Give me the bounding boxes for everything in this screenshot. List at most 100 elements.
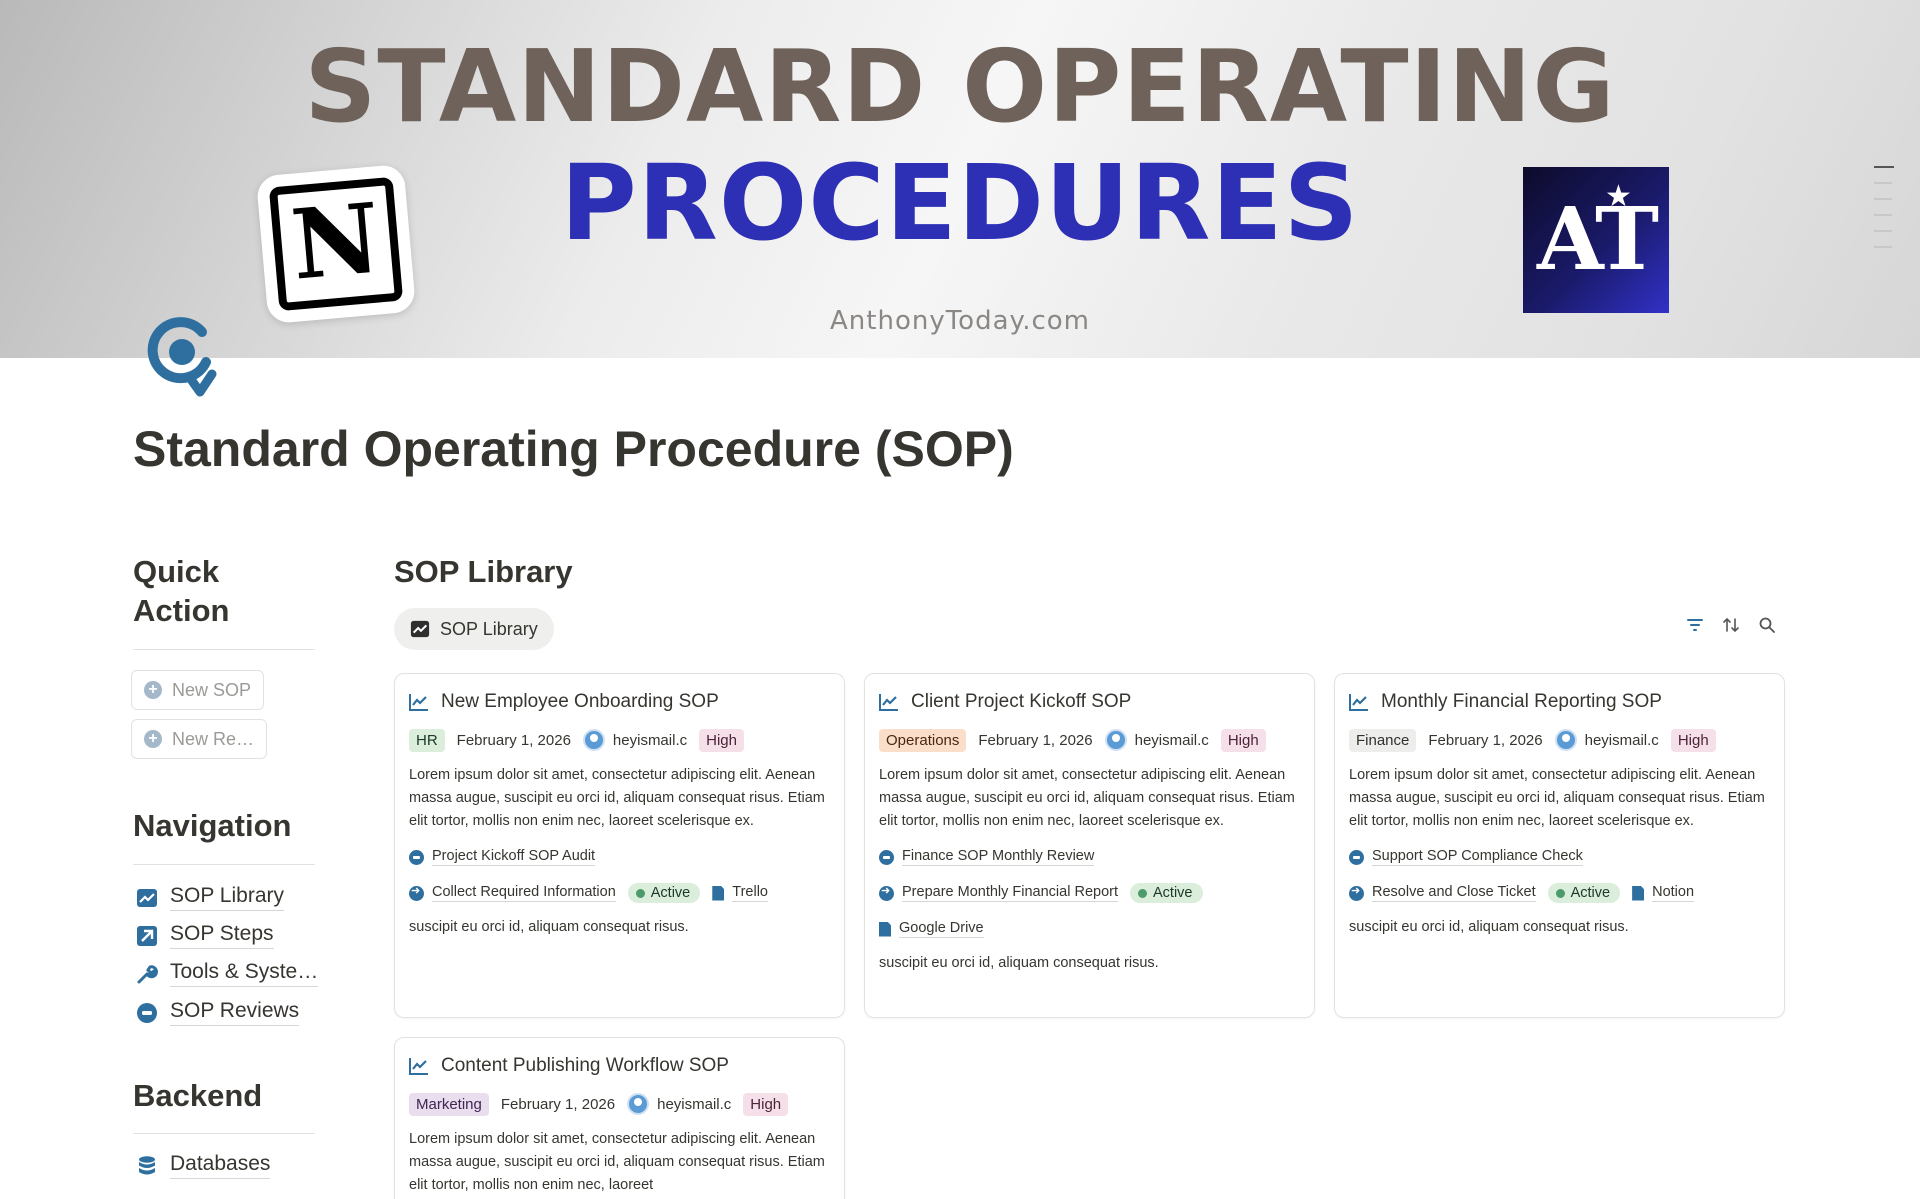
new-sop-button[interactable]: + New SOP [131, 670, 265, 710]
card-title: Content Publishing Workflow SOP [409, 1052, 830, 1080]
avatar [1104, 729, 1127, 751]
department-tag: Marketing [409, 1092, 489, 1116]
document-icon [712, 885, 725, 901]
avatar [582, 729, 605, 751]
card-properties: Marketing February 1, 2026 heyismail.c H… [409, 1092, 830, 1116]
divider [133, 864, 315, 865]
navigation-heading: Navigation [133, 808, 292, 843]
quick-action-heading: Quick Action [133, 554, 230, 628]
card-title-text: Content Publishing Workflow SOP [441, 1055, 729, 1076]
wrench-icon [137, 964, 158, 983]
card-date: February 1, 2026 [978, 731, 1093, 749]
card-footer-text: suscipit eu orci id, aliquam consequat r… [409, 919, 689, 935]
trend-up-icon [1349, 694, 1368, 711]
minus-circle-icon [1349, 849, 1364, 865]
card-properties: HR February 1, 2026 heyismail.c High [409, 728, 830, 752]
department-tag: Finance [1349, 728, 1417, 752]
divider [133, 1133, 315, 1134]
chart-line-icon [410, 620, 430, 638]
priority-tag: High [743, 1092, 789, 1116]
nav-sop-steps[interactable]: SOP Steps [136, 922, 274, 949]
review-relation: Project Kickoff SOP Audit [409, 845, 830, 869]
card-title-text: Monthly Financial Reporting SOP [1381, 691, 1662, 712]
trend-up-icon [879, 694, 898, 711]
card-date: February 1, 2026 [1428, 731, 1543, 749]
at-logo-letters: AT [1536, 189, 1659, 290]
step-text: Collect Required Information [432, 884, 616, 902]
card-footer-text: suscipit eu orci id, aliquam consequat r… [1349, 919, 1629, 935]
arrow-up-right-icon [137, 925, 157, 946]
tool-link[interactable]: Notion [1632, 884, 1695, 902]
step-link[interactable]: Resolve and Close Ticket [1349, 884, 1536, 902]
card-properties: Finance February 1, 2026 heyismail.c Hig… [1349, 728, 1770, 752]
step-link[interactable]: Prepare Monthly Financial Report [879, 884, 1118, 902]
owner: heyismail.c [582, 729, 687, 751]
database-icon [139, 1155, 155, 1174]
department-tag: Operations [879, 728, 967, 752]
new-sop-label: New SOP [172, 679, 252, 700]
review-relation: Support SOP Compliance Check [1349, 845, 1770, 869]
banner-title-line1: STANDARD OPERATING [304, 28, 1616, 145]
sop-card[interactable]: New Employee Onboarding SOP HR February … [394, 673, 845, 1018]
sort-icon[interactable] [1722, 616, 1740, 634]
card-description: Lorem ipsum dolor sit amet, consectetur … [409, 1131, 825, 1193]
card-description: Lorem ipsum dolor sit amet, consectetur … [409, 767, 825, 829]
owner: heyismail.c [1104, 729, 1209, 751]
nav-label: SOP Steps [170, 922, 274, 949]
nav-label: Databases [170, 1152, 271, 1179]
arrow-circle-icon [879, 884, 894, 901]
nav-databases[interactable]: Databases [136, 1152, 271, 1179]
minus-circle-icon [137, 1002, 157, 1023]
page-title: Standard Operating Procedure (SOP) [133, 421, 1014, 477]
search-icon[interactable] [1758, 616, 1776, 634]
filter-icon[interactable] [1686, 616, 1704, 634]
tool-link[interactable]: Google Drive [879, 920, 984, 938]
document-icon [1632, 885, 1645, 901]
card-description: Lorem ipsum dolor sit amet, consectetur … [879, 767, 1295, 829]
nav-label: SOP Library [170, 884, 284, 911]
owner-name: heyismail.c [1584, 731, 1659, 749]
search-refresh-icon[interactable] [140, 312, 224, 404]
view-tab-sop-library[interactable]: SOP Library [394, 608, 554, 650]
card-title: Monthly Financial Reporting SOP [1349, 688, 1770, 716]
avatar [627, 1093, 650, 1115]
owner-name: heyismail.c [1134, 731, 1209, 749]
new-review-button[interactable]: + New Re… [131, 719, 268, 759]
owner-name: heyismail.c [657, 1095, 732, 1113]
sop-card[interactable]: Content Publishing Workflow SOP Marketin… [394, 1037, 845, 1199]
priority-tag: High [699, 728, 744, 752]
view-tab-label: SOP Library [440, 618, 538, 639]
sop-card[interactable]: Client Project Kickoff SOP Operations Fe… [864, 673, 1315, 1018]
star-icon: ★ [1605, 180, 1632, 213]
avatar [1554, 729, 1577, 751]
step-link[interactable]: Collect Required Information [409, 884, 616, 902]
cover-banner: STANDARD OPERATING PROCEDURES AnthonyTod… [0, 0, 1920, 358]
status-badge: Active [627, 883, 701, 903]
tool-text: Trello [732, 884, 768, 902]
trend-up-icon [409, 694, 428, 711]
step-relation: Resolve and Close Ticket Active Notion [1349, 881, 1770, 905]
review-link[interactable]: Support SOP Compliance Check [1349, 848, 1583, 866]
tool-link[interactable]: Trello [712, 884, 768, 902]
step-text: Resolve and Close Ticket [1372, 884, 1536, 902]
minus-circle-icon [879, 849, 894, 865]
review-text: Project Kickoff SOP Audit [432, 848, 596, 866]
card-title-text: New Employee Onboarding SOP [441, 691, 719, 712]
owner: heyismail.c [627, 1093, 731, 1115]
sop-card[interactable]: Monthly Financial Reporting SOP Finance … [1334, 673, 1785, 1018]
status-text: Active [1153, 885, 1193, 901]
tool-text: Notion [1652, 884, 1695, 902]
card-title: New Employee Onboarding SOP [409, 688, 830, 716]
priority-tag: High [1670, 728, 1716, 752]
review-link[interactable]: Finance SOP Monthly Review [879, 848, 1095, 866]
nav-sop-library[interactable]: SOP Library [136, 884, 284, 911]
nav-sop-reviews[interactable]: SOP Reviews [136, 999, 300, 1026]
card-title: Client Project Kickoff SOP [879, 688, 1300, 716]
tool-text: Google Drive [899, 920, 984, 938]
divider [133, 649, 315, 650]
nav-tools-systems[interactable]: Tools & Syste… [136, 960, 319, 987]
tool-relation: Google Drive [879, 917, 1300, 941]
table-of-contents-indicator[interactable] [1874, 166, 1894, 262]
priority-tag: High [1220, 728, 1266, 752]
review-link[interactable]: Project Kickoff SOP Audit [409, 848, 596, 866]
